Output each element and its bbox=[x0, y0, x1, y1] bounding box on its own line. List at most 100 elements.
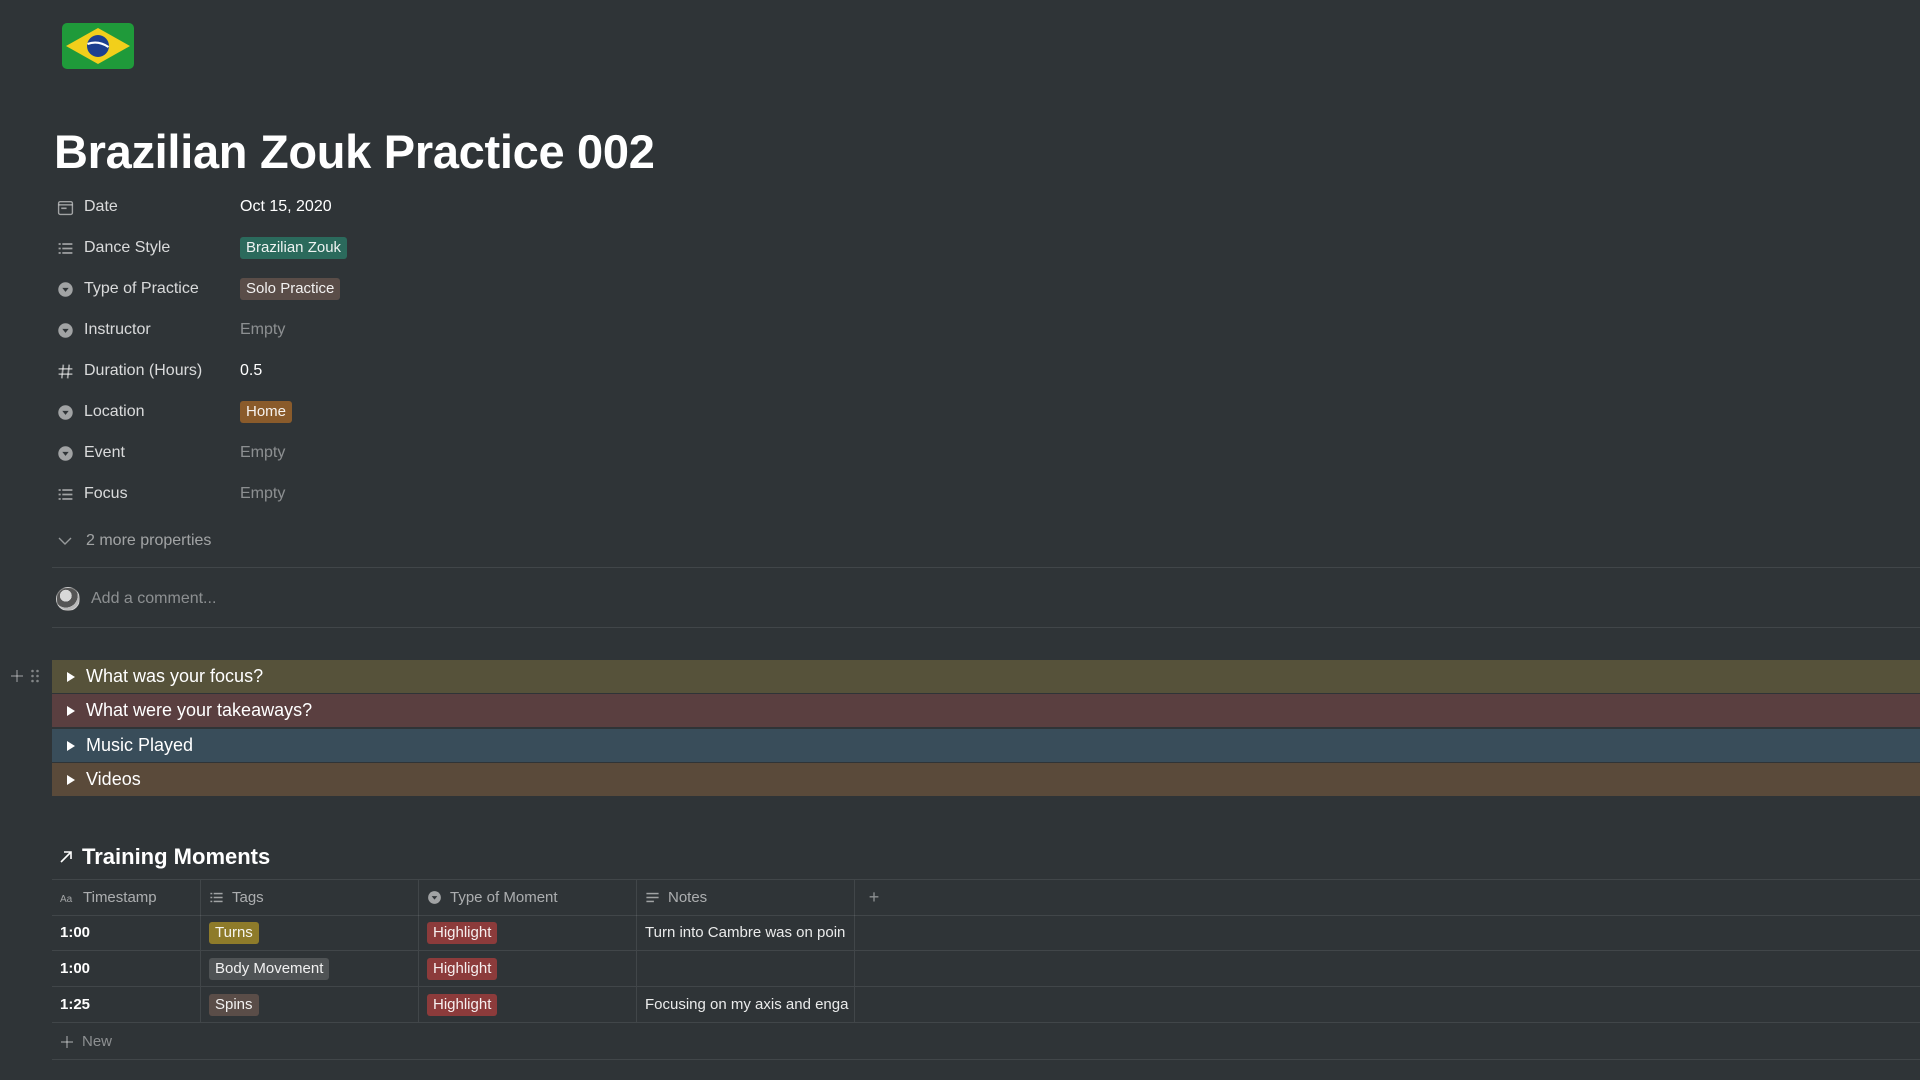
property-value[interactable]: 0.5 bbox=[240, 362, 262, 380]
divider bbox=[52, 567, 1920, 568]
property-label: Dance Style bbox=[56, 239, 240, 257]
list-icon bbox=[56, 239, 74, 257]
property-value[interactable]: Home bbox=[240, 401, 293, 423]
select-icon bbox=[427, 890, 443, 906]
column-label: Tags bbox=[232, 889, 264, 906]
property-label: Location bbox=[56, 403, 240, 421]
triangle-right-icon[interactable] bbox=[60, 774, 82, 786]
toggle-takeaways[interactable]: What were your takeaways? bbox=[52, 694, 1920, 727]
table-row[interactable]: 1:00 Body Movement Highlight bbox=[52, 951, 1920, 987]
calendar-icon bbox=[56, 198, 74, 216]
property-instructor[interactable]: Instructor Empty bbox=[56, 313, 1056, 347]
property-label-text: Instructor bbox=[84, 321, 151, 338]
tag-brazilian-zouk[interactable]: Brazilian Zouk bbox=[240, 237, 348, 259]
title-icon: Aa bbox=[60, 890, 76, 906]
cell-notes[interactable]: Focusing on my axis and enga bbox=[637, 987, 855, 1022]
property-label: Duration (Hours) bbox=[56, 362, 240, 380]
more-properties-toggle[interactable]: 2 more properties bbox=[56, 530, 211, 552]
text-icon bbox=[645, 890, 661, 906]
toggle-focus[interactable]: What was your focus? bbox=[52, 660, 1920, 693]
property-label-text: Location bbox=[84, 403, 145, 420]
cell-type-of-moment[interactable]: Highlight bbox=[419, 987, 637, 1022]
toggle-label: Videos bbox=[86, 769, 141, 789]
database-title[interactable]: Training Moments bbox=[58, 842, 270, 872]
column-header-notes[interactable]: Notes bbox=[637, 880, 855, 915]
property-date[interactable]: Date Oct 15, 2020 bbox=[56, 190, 1056, 224]
property-focus[interactable]: Focus Empty bbox=[56, 477, 1056, 511]
plus-icon bbox=[60, 1035, 74, 1049]
property-value[interactable]: Brazilian Zouk bbox=[240, 237, 348, 259]
drag-handle-icon[interactable] bbox=[26, 666, 44, 686]
chevron-down-icon bbox=[56, 532, 74, 550]
divider bbox=[52, 627, 1920, 628]
cell-tags[interactable]: Turns bbox=[201, 915, 419, 950]
property-label-text: Focus bbox=[84, 485, 128, 502]
add-column-button[interactable]: + bbox=[855, 880, 893, 915]
database-title-text: Training Moments bbox=[82, 844, 271, 869]
new-row-button[interactable]: New bbox=[52, 1024, 1920, 1060]
cell-type-of-moment[interactable]: Highlight bbox=[419, 915, 637, 950]
avatar bbox=[56, 587, 80, 611]
more-properties-label: 2 more properties bbox=[86, 532, 212, 549]
new-row-label: New bbox=[82, 1033, 113, 1050]
column-header-tags[interactable]: Tags bbox=[201, 880, 419, 915]
triangle-right-icon[interactable] bbox=[60, 705, 82, 717]
select-icon bbox=[56, 321, 74, 339]
toggle-music-played[interactable]: Music Played bbox=[52, 729, 1920, 762]
property-event[interactable]: Event Empty bbox=[56, 436, 1056, 470]
tag-body-movement: Body Movement bbox=[209, 957, 330, 980]
property-value[interactable]: Oct 15, 2020 bbox=[240, 198, 332, 216]
property-location[interactable]: Location Home bbox=[56, 395, 1056, 429]
tag-home[interactable]: Home bbox=[240, 401, 293, 423]
column-header-type-of-moment[interactable]: Type of Moment bbox=[419, 880, 637, 915]
notion-page: Brazilian Zouk Practice 002 Date Oct 15,… bbox=[0, 0, 1920, 1080]
plus-icon: + bbox=[868, 887, 880, 907]
cell-timestamp[interactable]: 1:00 bbox=[52, 951, 201, 986]
property-label: Instructor bbox=[56, 321, 240, 339]
table-row[interactable]: 1:25 Spins Highlight Focusing on my axis… bbox=[52, 987, 1920, 1023]
svg-text:Aa: Aa bbox=[60, 894, 73, 905]
tag-turns: Turns bbox=[209, 921, 259, 944]
add-block-icon[interactable] bbox=[8, 666, 26, 686]
tag-highlight: Highlight bbox=[427, 957, 498, 980]
property-value-empty[interactable]: Empty bbox=[240, 444, 285, 462]
cell-notes[interactable] bbox=[637, 951, 855, 986]
property-type-of-practice[interactable]: Type of Practice Solo Practice bbox=[56, 272, 1056, 306]
tag-highlight: Highlight bbox=[427, 993, 498, 1016]
block-handles bbox=[8, 666, 44, 686]
column-header-timestamp[interactable]: Aa Timestamp bbox=[52, 880, 201, 915]
cell-timestamp[interactable]: 1:00 bbox=[52, 915, 201, 950]
table-row[interactable]: 1:00 Turns Highlight Turn into Cambre wa… bbox=[52, 915, 1920, 951]
property-dance-style[interactable]: Dance Style Brazilian Zouk bbox=[56, 231, 1056, 265]
property-label: Type of Practice bbox=[56, 280, 240, 298]
select-icon bbox=[56, 403, 74, 421]
comment-input[interactable]: Add a comment... bbox=[56, 586, 216, 612]
property-label-text: Date bbox=[84, 198, 118, 215]
cell-notes[interactable]: Turn into Cambre was on poin bbox=[637, 915, 855, 950]
brazil-flag-icon[interactable] bbox=[60, 20, 136, 72]
property-duration[interactable]: Duration (Hours) 0.5 bbox=[56, 354, 1056, 388]
property-value-empty[interactable]: Empty bbox=[240, 485, 285, 503]
cell-tags[interactable]: Spins bbox=[201, 987, 419, 1022]
cell-type-of-moment[interactable]: Highlight bbox=[419, 951, 637, 986]
toggle-label: What were your takeaways? bbox=[86, 700, 313, 720]
property-label-text: Type of Practice bbox=[84, 280, 199, 297]
property-value-empty[interactable]: Empty bbox=[240, 321, 285, 339]
property-label-text: Dance Style bbox=[84, 239, 171, 256]
table-header: Aa Timestamp Tags Type of Moment Notes + bbox=[52, 879, 1920, 916]
property-label: Event bbox=[56, 444, 240, 462]
page-title[interactable]: Brazilian Zouk Practice 002 bbox=[54, 124, 655, 179]
tag-highlight: Highlight bbox=[427, 921, 498, 944]
triangle-right-icon[interactable] bbox=[60, 671, 82, 683]
cell-timestamp[interactable]: 1:25 bbox=[52, 987, 201, 1022]
column-label: Notes bbox=[668, 889, 708, 906]
select-icon bbox=[56, 444, 74, 462]
property-value[interactable]: Solo Practice bbox=[240, 278, 341, 300]
toggle-label: What was your focus? bbox=[86, 666, 264, 686]
triangle-right-icon[interactable] bbox=[60, 740, 82, 752]
comment-placeholder: Add a comment... bbox=[91, 590, 217, 607]
cell-tags[interactable]: Body Movement bbox=[201, 951, 419, 986]
select-icon bbox=[56, 280, 74, 298]
tag-solo-practice[interactable]: Solo Practice bbox=[240, 278, 341, 300]
toggle-videos[interactable]: Videos bbox=[52, 763, 1920, 796]
